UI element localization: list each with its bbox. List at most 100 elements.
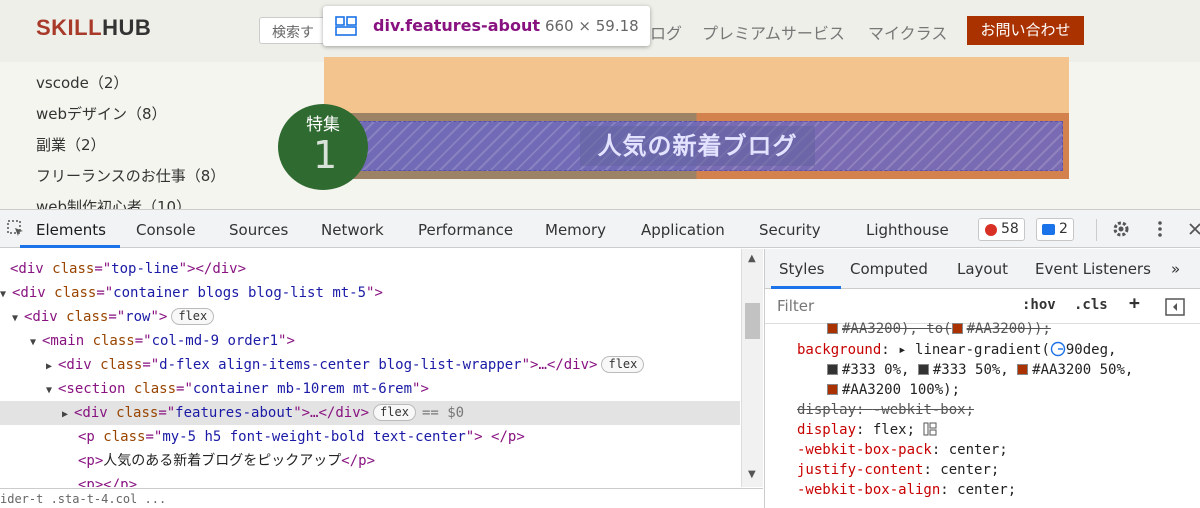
tab-sources[interactable]: Sources (229, 221, 288, 239)
class-toggle[interactable]: .cls (1074, 297, 1108, 313)
close-devtools-icon[interactable] (1188, 222, 1200, 236)
tab-security[interactable]: Security (759, 221, 821, 239)
expand-triangle-icon[interactable]: ▶ (62, 403, 74, 427)
dom-attr: class (92, 333, 135, 349)
dom-node-selected[interactable]: ▶ <div class="features-about">…</div> flex… (0, 401, 740, 425)
feature-badge-number: 1 (313, 133, 338, 177)
angle-clock-icon[interactable] (1050, 341, 1066, 357)
css-declaration[interactable]: -webkit-box-pack: center; (797, 440, 1008, 460)
dom-eq: =" (134, 333, 152, 349)
new-style-rule-button[interactable]: + (1129, 293, 1140, 314)
nav-premium-service[interactable]: プレミアムサービス (702, 20, 845, 44)
dom-breadcrumb[interactable]: ider-t .sta-t-4.col ... (0, 488, 763, 508)
dom-node[interactable]: <p class="my-5 h5 font-weight-bold text-… (0, 425, 740, 449)
tab-computed[interactable]: Computed (850, 260, 928, 278)
hover-state-toggle[interactable]: :hov (1022, 297, 1056, 313)
tab-application[interactable]: Application (641, 221, 725, 239)
nav-my-class[interactable]: マイクラス (868, 20, 947, 44)
tab-styles[interactable]: Styles (779, 260, 825, 278)
tab-event-listeners[interactable]: Event Listeners (1035, 260, 1151, 278)
css-value: -webkit-box; (872, 402, 975, 418)
dom-tag-close: "> </p> (465, 429, 525, 445)
dom-eq: =" (145, 429, 163, 445)
dom-node[interactable]: <p></p> (0, 473, 740, 487)
category-item[interactable]: web制作初心者（10） (36, 196, 225, 209)
flex-badge[interactable]: flex (601, 356, 645, 373)
more-options-icon[interactable] (1153, 219, 1167, 239)
css-declaration[interactable]: justify-content: center; (797, 460, 999, 480)
category-item[interactable]: vscode（2） (36, 72, 225, 103)
tab-network[interactable]: Network (321, 221, 384, 239)
message-count-badge[interactable]: 2 (1036, 218, 1074, 241)
scroll-up-icon[interactable]: ▲ (748, 253, 756, 264)
css-declaration-overridden[interactable]: display: -webkit-box; (797, 400, 974, 420)
dom-eq: =" (108, 309, 126, 325)
flex-badge[interactable]: flex (171, 308, 215, 325)
nav-blog[interactable]: ログ (650, 20, 682, 44)
tab-lighthouse[interactable]: Lighthouse (866, 221, 949, 239)
settings-gear-icon[interactable] (1111, 219, 1131, 239)
category-item[interactable]: webデザイン（8） (36, 103, 225, 134)
collapse-triangle-icon[interactable]: ▼ (0, 283, 12, 307)
scroll-thumb[interactable] (745, 303, 760, 339)
dom-node[interactable]: ▼ <section class="container mb-10rem mt-6… (0, 377, 740, 401)
elements-scrollbar[interactable]: ▲ ▼ (741, 249, 763, 487)
contact-button[interactable]: お問い合わせ (967, 16, 1084, 45)
dom-attr: class (52, 261, 95, 277)
tab-console[interactable]: Console (136, 221, 196, 239)
color-swatch[interactable] (827, 384, 838, 395)
styles-filter-input[interactable]: Filter (769, 293, 1009, 320)
tab-elements[interactable]: Elements (36, 221, 106, 239)
dom-node[interactable]: <div class="top-line"></div> (0, 257, 740, 281)
css-declaration-display[interactable]: display: flex; (797, 420, 937, 440)
color-swatch[interactable] (917, 364, 929, 375)
dom-tag: <div (58, 357, 101, 373)
css-value: #333 50%, (932, 362, 1009, 378)
css-value-line[interactable]: #AA3200 100%); (827, 380, 960, 400)
selected-node-marker: == $0 (421, 405, 465, 421)
dom-node[interactable]: <p>人気のある新着ブログをピックアップ</p> (0, 449, 740, 473)
collapse-triangle-icon[interactable]: ▼ (46, 379, 58, 403)
category-item[interactable]: 副業（2） (36, 134, 225, 165)
css-value: center; (948, 442, 1008, 458)
dom-attr: class (54, 285, 97, 301)
tab-memory[interactable]: Memory (545, 221, 606, 239)
color-swatch[interactable] (951, 323, 963, 334)
css-declaration-background[interactable]: background: ▸ linear-gradient(90deg, (797, 340, 1116, 360)
css-declaration[interactable]: -webkit-box-align: center; (797, 480, 1016, 500)
message-icon (1042, 224, 1055, 235)
active-tab-indicator (20, 245, 120, 248)
scroll-down-icon[interactable]: ▼ (748, 469, 756, 480)
inspect-element-icon[interactable] (7, 220, 25, 238)
dom-tag-close: </p> (341, 453, 376, 469)
css-line-overridden[interactable]: #AA3200), to(#AA3200)); (827, 319, 1051, 339)
error-icon (985, 224, 997, 236)
site-logo[interactable]: SKILLHUB (36, 15, 151, 41)
styles-subtabs: Styles Computed Layout Event Listeners » (765, 249, 1200, 289)
tab-performance[interactable]: Performance (418, 221, 513, 239)
dom-node[interactable]: ▼ <main class="col-md-9 order1"> (0, 329, 740, 353)
collapse-triangle-icon[interactable]: ▼ (12, 307, 24, 331)
error-count-badge[interactable]: 58 (978, 218, 1025, 241)
flexbox-editor-icon[interactable] (923, 422, 937, 436)
category-item[interactable]: フリーランスのお仕事（8） (36, 165, 225, 196)
dom-node[interactable]: ▼ <div class="row"> flex (0, 305, 740, 329)
color-swatch[interactable] (1017, 364, 1029, 375)
dom-attr-value: row (125, 309, 151, 325)
logo-text-hub: HUB (102, 15, 152, 40)
flex-badge[interactable]: flex (373, 404, 416, 421)
css-value-line[interactable]: #333 0%, #333 50%, #AA3200 50%, (827, 360, 1133, 380)
more-tabs-chevron[interactable]: » (1171, 260, 1180, 278)
dom-node[interactable]: ▼ <div class="container blogs blog-list m… (0, 281, 740, 305)
dom-attr: class (100, 357, 143, 373)
expand-triangle-icon[interactable]: ▶ (46, 355, 58, 379)
css-value: center; (957, 482, 1017, 498)
color-swatch[interactable] (827, 364, 838, 375)
color-swatch[interactable] (827, 323, 838, 334)
dom-node[interactable]: ▶ <div class="d-flex align-items-center b… (0, 353, 740, 377)
css-value: #AA3200 100%); (842, 382, 961, 398)
collapse-triangle-icon[interactable]: ▼ (30, 331, 42, 355)
tab-layout[interactable]: Layout (957, 260, 1008, 278)
toggle-sidebar-icon[interactable] (1165, 298, 1185, 316)
tooltip-element-size: 660 × 59.18 (545, 17, 639, 35)
